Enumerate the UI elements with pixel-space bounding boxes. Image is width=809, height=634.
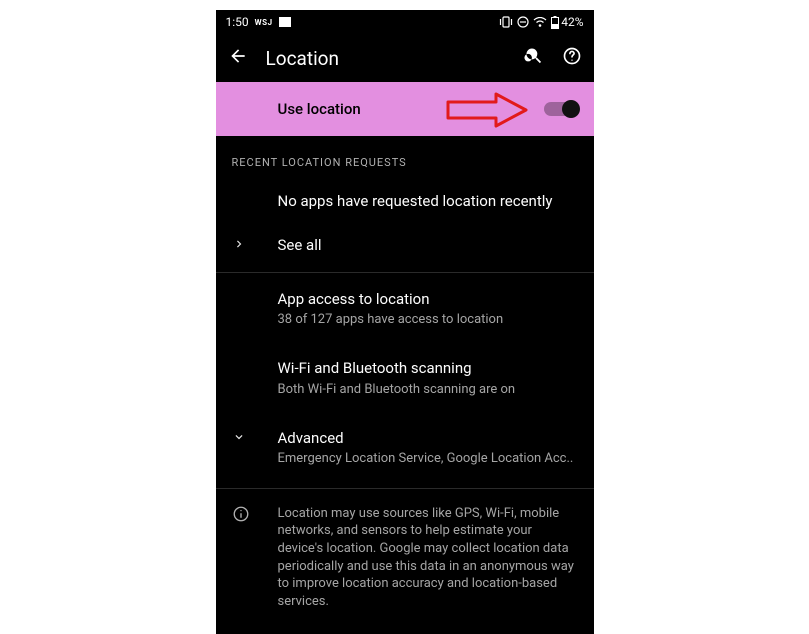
toggle-thumb bbox=[562, 100, 580, 118]
help-button[interactable] bbox=[562, 46, 582, 70]
search-icon bbox=[524, 46, 544, 66]
use-location-label: Use location bbox=[278, 100, 544, 118]
recent-empty-text: No apps have requested location recently bbox=[278, 191, 578, 211]
info-text: Location may use sources like GPS, Wi-Fi… bbox=[278, 505, 578, 610]
see-all-row[interactable]: See all bbox=[216, 223, 594, 267]
page-title: Location bbox=[266, 47, 506, 70]
wifi-bt-title: Wi-Fi and Bluetooth scanning bbox=[278, 358, 578, 378]
battery-icon bbox=[551, 16, 559, 29]
dnd-icon bbox=[517, 16, 529, 28]
info-icon bbox=[232, 505, 250, 523]
app-bar: Location bbox=[216, 34, 594, 82]
use-location-toggle[interactable] bbox=[544, 102, 578, 116]
wifi-bt-row[interactable]: Wi-Fi and Bluetooth scanning Both Wi-Fi … bbox=[216, 340, 594, 410]
recent-requests-header: Recent Location Requests bbox=[216, 136, 594, 179]
app-access-row[interactable]: App access to location 38 of 127 apps ha… bbox=[216, 273, 594, 341]
clock-time: 1:50 bbox=[226, 15, 249, 29]
search-button[interactable] bbox=[524, 46, 544, 70]
advanced-title: Advanced bbox=[278, 428, 578, 448]
chevron-right-icon bbox=[232, 237, 246, 251]
app-access-sub: 38 of 127 apps have access to location bbox=[278, 311, 578, 329]
recent-empty-row: No apps have requested location recently bbox=[216, 179, 594, 223]
app-access-title: App access to location bbox=[278, 289, 578, 309]
arrow-back-icon bbox=[228, 46, 248, 66]
battery-percent: 42% bbox=[561, 15, 583, 29]
chevron-down-icon bbox=[232, 430, 246, 444]
see-all-label: See all bbox=[278, 235, 578, 255]
use-location-row[interactable]: Use location bbox=[216, 82, 594, 136]
notification-rect-icon bbox=[279, 17, 291, 27]
wifi-bt-sub: Both Wi-Fi and Bluetooth scanning are on bbox=[278, 381, 578, 399]
help-icon bbox=[562, 46, 582, 66]
advanced-sub: Emergency Location Service, Google Locat… bbox=[278, 450, 578, 468]
status-bar: 1:50 WSJ 42% bbox=[216, 10, 594, 34]
vibrate-icon bbox=[499, 16, 513, 28]
advanced-row[interactable]: Advanced Emergency Location Service, Goo… bbox=[216, 410, 594, 484]
notification-wsj: WSJ bbox=[255, 18, 273, 27]
back-button[interactable] bbox=[228, 46, 248, 70]
info-row: Location may use sources like GPS, Wi-Fi… bbox=[216, 489, 594, 634]
wifi-icon bbox=[533, 17, 547, 28]
phone-screen: 1:50 WSJ 42% Location bbox=[216, 10, 594, 634]
